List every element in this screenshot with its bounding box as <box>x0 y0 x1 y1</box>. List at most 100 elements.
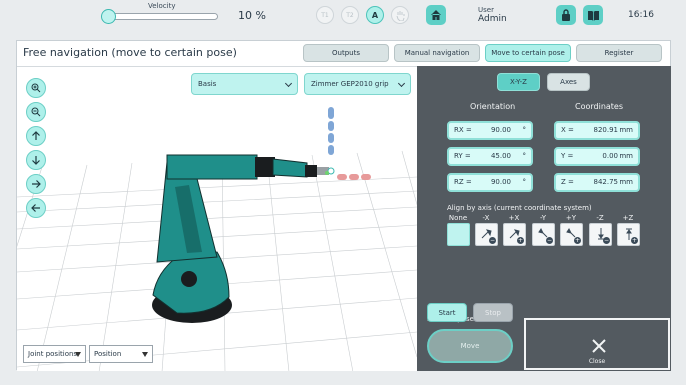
z-value: 842.75 <box>593 178 619 186</box>
tab-manual-navigation[interactable]: Manual navigation <box>394 44 480 62</box>
x-unit: mm <box>619 126 633 134</box>
y-unit: mm <box>619 152 633 160</box>
move-up-button[interactable] <box>26 126 46 146</box>
plus-badge-icon: + <box>574 237 581 244</box>
mode-t1-button[interactable]: T1 <box>316 6 334 24</box>
frame-dropdown[interactable]: Basis <box>191 73 298 95</box>
chevron-down-icon <box>397 79 406 88</box>
close-icon <box>592 339 606 353</box>
rx-field[interactable]: RX = 90.00 ° <box>447 121 533 140</box>
caret-down-icon <box>142 352 148 357</box>
rz-label: RZ = <box>454 178 472 186</box>
clock: 16:16 <box>628 10 654 20</box>
home-button[interactable] <box>426 5 446 25</box>
rz-field[interactable]: RZ = 90.00 ° <box>447 173 533 192</box>
plus-badge-icon: + <box>631 237 638 244</box>
lock-button[interactable] <box>556 5 576 25</box>
x-field[interactable]: X = 820.91 mm <box>554 121 640 140</box>
tab-register[interactable]: Register <box>576 44 662 62</box>
move-left-button[interactable] <box>26 198 46 218</box>
position-select[interactable]: Position <box>89 345 153 363</box>
align-pos-y-button[interactable]: + <box>560 223 583 246</box>
user-label: User <box>478 6 494 14</box>
align-neg-z-button[interactable]: − <box>589 223 612 246</box>
zoom-out-icon <box>31 107 41 117</box>
align-neg-x-button[interactable]: − <box>475 223 498 246</box>
tcp-x-axis <box>337 174 371 180</box>
rx-unit: ° <box>522 126 527 134</box>
z-field[interactable]: Z = 842.75 mm <box>554 173 640 192</box>
lock-icon <box>562 9 570 21</box>
zoom-out-button[interactable] <box>26 102 46 122</box>
stop-button[interactable]: Stop <box>473 303 513 322</box>
x-label: X = <box>561 126 574 134</box>
zoom-in-button[interactable] <box>26 78 46 98</box>
minus-badge-icon: − <box>603 237 610 244</box>
velocity-slider-thumb[interactable] <box>101 9 116 24</box>
caret-down-icon <box>75 352 81 357</box>
start-button[interactable]: Start <box>427 303 467 322</box>
robot-scene <box>17 107 417 371</box>
rz-value: 90.00 <box>490 178 511 186</box>
align-label-none: None <box>448 214 468 222</box>
hand-mode-button[interactable] <box>391 6 409 24</box>
align-title: Align by axis (current coordinate system… <box>447 204 592 212</box>
orientation-header: Orientation <box>470 102 516 111</box>
frame-dropdown-value: Basis <box>198 80 217 88</box>
manual-button[interactable] <box>583 5 603 25</box>
align-label-neg-y: -Y <box>540 214 546 222</box>
minus-badge-icon: − <box>546 237 553 244</box>
mode-auto-button[interactable]: A <box>366 6 384 24</box>
tab-outputs[interactable]: Outputs <box>303 44 389 62</box>
z-label: Z = <box>561 178 574 186</box>
align-neg-y-button[interactable]: − <box>532 223 555 246</box>
ry-label: RY = <box>454 152 471 160</box>
align-pos-x-button[interactable]: + <box>503 223 526 246</box>
plus-badge-icon: + <box>517 237 524 244</box>
velocity-slider-track[interactable] <box>104 13 218 20</box>
mode-t2-button[interactable]: T2 <box>341 6 359 24</box>
tool-dropdown[interactable]: Zimmer GEP2010 grip <box>304 73 411 95</box>
tcp-z-axis <box>328 107 334 155</box>
y-value: 0.00 <box>602 152 618 160</box>
joint-positions-select[interactable]: Joint positions <box>23 345 86 363</box>
velocity-value: 10 % <box>238 9 266 22</box>
tab-move-to-certain-pose[interactable]: Move to certain pose <box>485 44 571 62</box>
align-pos-z-button[interactable]: + <box>617 223 640 246</box>
align-none-button[interactable] <box>447 223 470 246</box>
align-label-pos-x: +X <box>508 214 520 222</box>
segment-xyz[interactable]: X-Y-Z <box>497 73 540 91</box>
position-select-value: Position <box>94 350 122 358</box>
segment-axes[interactable]: Axes <box>547 73 590 91</box>
top-bar: Velocity 10 % T1 T2 A User Admin 16:16 <box>0 0 686 34</box>
velocity-label: Velocity <box>148 2 176 10</box>
y-field[interactable]: Y = 0.00 mm <box>554 147 640 166</box>
arrow-down-icon <box>32 156 40 165</box>
rx-value: 90.00 <box>490 126 511 134</box>
ry-value: 45.00 <box>490 152 511 160</box>
align-label-neg-x: -X <box>482 214 490 222</box>
align-label-pos-z: +Z <box>622 214 634 222</box>
arrow-left-icon <box>31 204 40 212</box>
ry-unit: ° <box>522 152 527 160</box>
move-down-button[interactable] <box>26 150 46 170</box>
rx-label: RX = <box>454 126 472 134</box>
move-button[interactable]: Move <box>427 329 513 363</box>
close-button[interactable]: Close <box>524 318 670 370</box>
robot-3d-viewport[interactable]: Basis Zimmer GEP2010 grip Joint position… <box>17 66 417 371</box>
coordinates-header: Coordinates <box>575 102 624 111</box>
joint-positions-select-value: Joint positions <box>28 350 78 358</box>
user-name: Admin <box>478 14 507 24</box>
y-label: Y = <box>561 152 574 160</box>
zoom-in-icon <box>31 83 41 93</box>
arrow-right-icon <box>32 180 41 188</box>
home-icon <box>431 10 441 20</box>
book-icon <box>587 10 599 21</box>
hand-icon <box>396 10 404 21</box>
ry-field[interactable]: RY = 45.00 ° <box>447 147 533 166</box>
x-value: 820.91 <box>593 126 619 134</box>
move-right-button[interactable] <box>26 174 46 194</box>
align-label-neg-z: -Z <box>596 214 604 222</box>
rz-unit: ° <box>522 178 527 186</box>
close-label: Close <box>588 358 606 365</box>
